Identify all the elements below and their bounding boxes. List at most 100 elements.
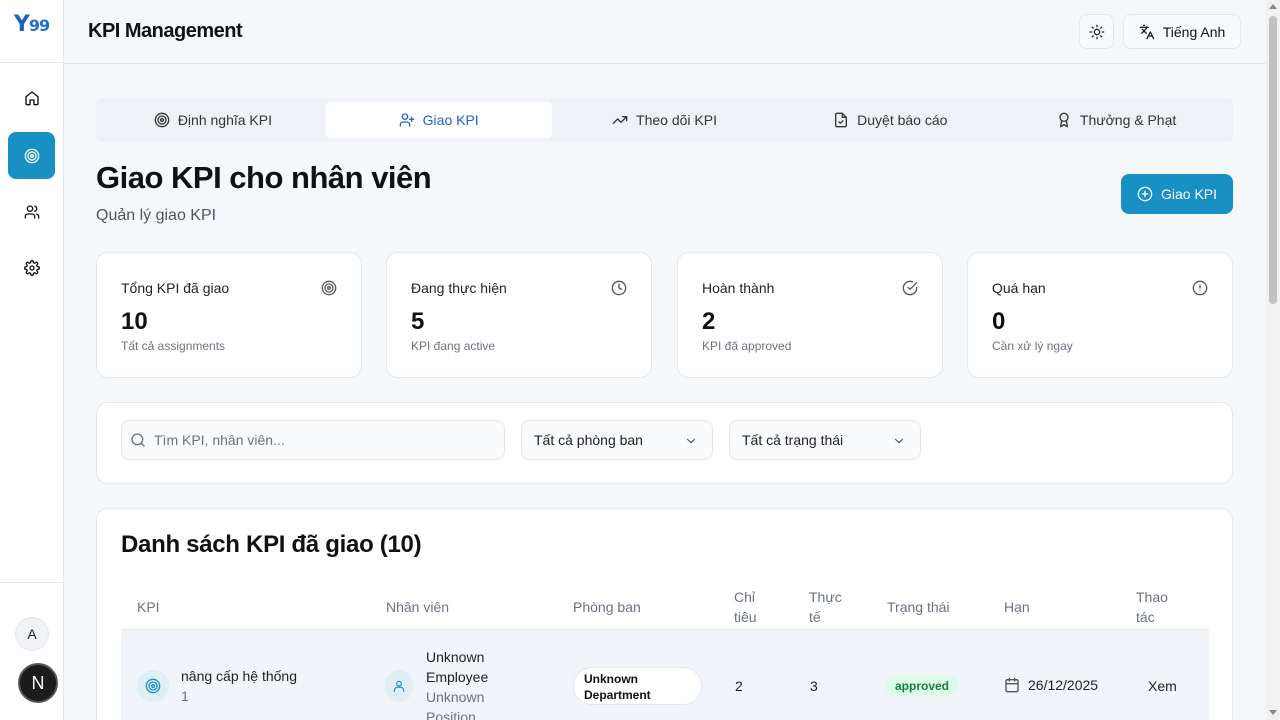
calendar-icon [1005,677,1019,693]
table-row[interactable]: nâng cấp hệ thống 1 Unknown Employee Unk… [121,630,1209,720]
tab-track-kpi[interactable]: Theo dõi KPI [552,102,778,138]
tab-label: Giao KPI [422,112,479,128]
target-icon [137,670,169,702]
users-icon [24,204,39,219]
table-title: Danh sách KPI đã giao (10) [121,531,422,558]
stat-card-in-progress: Đang thực hiện 5 KPI đang active [386,252,652,378]
tab-label: Theo dõi KPI [636,112,717,128]
theme-toggle-button[interactable] [1079,14,1114,49]
stat-value: 0 [992,308,1006,335]
column-header-actions: Thao tác [1136,587,1168,627]
department-badge: Unknown Department [573,667,702,705]
header-line: tế [809,609,821,625]
page-title: Giao KPI cho nhân viên [96,160,432,195]
stat-label: Hoàn thành [702,280,775,296]
actual-value: 3 [810,678,818,694]
filter-bar: Tất cả phòng ban Tất cả trạng thái [96,402,1233,484]
kpi-assignment-table: Danh sách KPI đã giao (10) KPI Nhân viên… [96,508,1233,720]
kpi-tabs: Định nghĩa KPI Giao KPI Theo dõi KPI Duy… [96,98,1233,142]
department-select-value: Tất cả phòng ban [534,432,643,448]
target-icon [154,112,170,128]
target-icon [321,280,337,296]
column-header-department: Phòng ban [573,599,641,615]
search-icon [131,433,145,447]
kpi-id: 1 [181,688,189,704]
user-plus-icon [399,113,415,127]
top-header: KPI Management Tiếng Anh [64,0,1266,64]
department-select[interactable]: Tất cả phòng ban [521,420,713,460]
language-button[interactable]: Tiếng Anh [1123,14,1241,49]
app-logo[interactable]: Y99 [0,0,63,63]
avatar[interactable]: A [15,617,49,651]
view-link[interactable]: Xem [1148,678,1177,694]
chevron-down-icon [894,438,904,444]
header-line: tiêu [734,609,757,625]
employee-position: Unknown Position [426,689,485,720]
scrollbar-thumb[interactable] [1269,16,1277,304]
sidebar-item-users[interactable] [8,188,55,235]
stat-label: Quá hạn [992,280,1046,296]
clock-icon [611,280,627,296]
sidebar-item-kpi[interactable] [8,132,55,179]
stat-card-overdue: Quá hạn 0 Cần xử lý ngay [967,252,1233,378]
assign-kpi-button-label: Giao KPI [1160,186,1218,202]
page-subtitle: Quản lý giao KPI [96,207,217,224]
column-header-deadline: Hạn [1004,599,1030,615]
column-header-target: Chỉ tiêu [734,587,757,627]
column-header-kpi: KPI [137,599,160,615]
tab-rewards-penalties[interactable]: Thưởng & Phạt [1003,102,1229,138]
stat-desc: KPI đã approved [702,339,792,353]
status-select-value: Tất cả trạng thái [742,432,844,448]
page-scrollbar[interactable] [1266,0,1280,720]
file-check-icon [835,112,848,128]
sidebar-item-home[interactable] [8,74,55,121]
stat-desc: KPI đang active [411,339,496,353]
tab-label: Định nghĩa KPI [177,112,272,128]
stat-value: 10 [121,308,148,335]
kpi-name: nâng cấp hệ thống [181,668,297,684]
column-header-status: Trạng thái [887,599,950,615]
stat-desc: Tất cả assignments [121,339,226,353]
language-label: Tiếng Anh [1162,23,1226,40]
tab-assign-kpi[interactable]: Giao KPI [325,102,552,138]
column-header-employee: Nhân viên [386,599,450,615]
scroll-down-icon[interactable] [1269,710,1277,715]
user-avatar[interactable]: N [18,663,58,703]
header-line: Thực [809,589,842,605]
tab-kpi-definition[interactable]: Định nghĩa KPI [100,102,326,138]
stat-value: 2 [702,308,716,335]
deadline: 26/12/2025 [1004,677,1098,693]
deadline-value: 26/12/2025 [1028,677,1099,693]
app-title: KPI Management [88,20,243,42]
stat-label: Đang thực hiện [411,280,507,296]
sidebar: Y99 A N [0,0,64,720]
search-box [121,420,505,460]
status-select[interactable]: Tất cả trạng thái [729,420,921,460]
award-icon [1059,112,1069,128]
assign-kpi-button[interactable]: Giao KPI [1121,174,1233,214]
tab-review-reports[interactable]: Duyệt báo cáo [777,102,1003,138]
target-icon [24,148,39,163]
target-value: 2 [735,678,743,694]
employee-name: Unknown Employee [426,649,489,685]
plus-circle-icon [1137,186,1153,202]
scroll-up-icon[interactable] [1269,4,1277,9]
search-input[interactable] [154,421,494,459]
header-line: Chỉ [734,589,756,605]
header-line: Thao [1136,589,1168,605]
gear-icon [23,259,40,276]
stat-card-total: Tổng KPI đã giao 10 Tất cả assignments [96,252,362,378]
user-icon [385,670,413,702]
header-line: tác [1136,609,1155,625]
sidebar-item-settings[interactable] [8,244,55,291]
column-header-actual: Thực tế [809,587,842,627]
translate-icon [1139,24,1155,39]
stat-label: Tổng KPI đã giao [121,280,230,296]
home-icon [24,90,39,105]
tab-label: Thưởng & Phạt [1079,112,1177,128]
check-circle-icon [902,280,918,296]
status-badge: approved [885,676,960,696]
chevron-down-icon [686,438,696,444]
stat-desc: Cần xử lý ngay [992,339,1073,353]
trending-up-icon [612,116,628,124]
